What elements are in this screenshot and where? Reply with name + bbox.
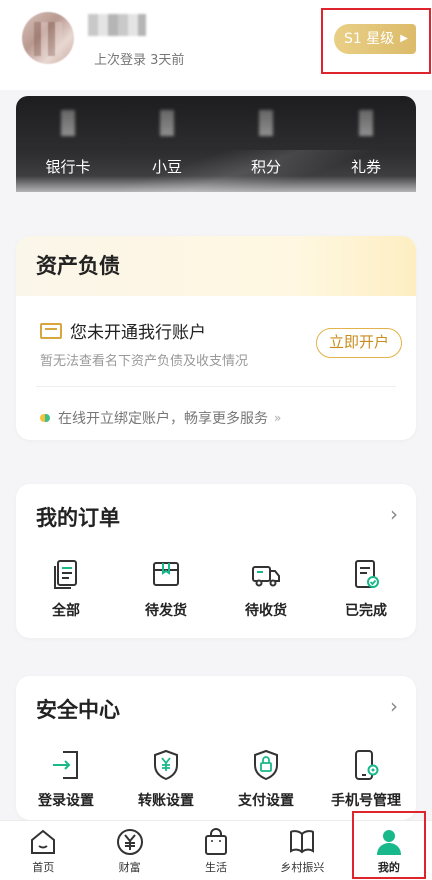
highlight-box-mine-tab — [352, 811, 426, 879]
document-check-icon — [355, 560, 379, 588]
promo-link[interactable]: 在线开立绑定账户，畅享更多服务 » — [40, 408, 281, 428]
order-label: 待发货 — [145, 603, 187, 619]
account-status-subtitle: 暂无法查看名下资产负债及收支情况 — [40, 354, 249, 369]
transfer-settings-button[interactable]: 转账设置 — [121, 748, 211, 810]
bank-card-icon — [40, 322, 62, 339]
tab-label: 首页 — [32, 861, 55, 874]
asset-beans[interactable]: 小豆 — [127, 110, 207, 177]
asset-value-blurred — [359, 110, 373, 136]
promo-dot-icon — [40, 414, 50, 422]
asset-value-blurred — [259, 110, 273, 136]
orders-icon-row: 全部 待发货 待收货 已完成 — [16, 558, 416, 620]
asset-value-blurred — [61, 110, 75, 136]
truck-icon — [252, 566, 280, 587]
double-chevron-right-icon: » — [274, 411, 282, 425]
divider — [36, 386, 396, 387]
chevron-right-icon[interactable]: › — [390, 502, 398, 526]
package-icon — [153, 562, 179, 586]
login-settings-button[interactable]: 登录设置 — [21, 748, 111, 810]
tab-wealth[interactable]: 财富 — [86, 821, 172, 880]
order-label: 全部 — [52, 603, 80, 619]
order-label: 待收货 — [245, 603, 287, 619]
security-icon-row: 登录设置 转账设置 支付设置 手机号管理 — [16, 748, 416, 810]
login-icon — [53, 751, 78, 779]
liabilities-card: 资产负债 您未开通我行账户 暂无法查看名下资产负债及收支情况 立即开户 在线开立… — [16, 236, 416, 440]
asset-coupons[interactable]: 礼券 — [326, 110, 406, 177]
tab-label: 财富 — [118, 861, 141, 874]
tab-home[interactable]: 首页 — [0, 821, 86, 880]
security-label: 支付设置 — [238, 793, 294, 809]
shield-yen-icon — [154, 749, 178, 781]
security-label: 手机号管理 — [331, 793, 401, 809]
asset-label: 银行卡 — [45, 158, 91, 176]
orders-card: 我的订单 › 全部 待发货 待收货 已完成 — [16, 484, 416, 638]
card-fade — [0, 176, 432, 202]
asset-value-blurred — [160, 110, 174, 136]
security-card: 安全中心 › 登录设置 转账设置 支付设置 手机号管理 — [16, 676, 416, 820]
highlight-box-level — [321, 8, 431, 74]
account-status-row: 您未开通我行账户 — [40, 318, 206, 343]
order-completed-button[interactable]: 已完成 — [321, 558, 411, 620]
home-icon — [31, 829, 56, 854]
security-label: 登录设置 — [38, 793, 94, 809]
order-to-ship-button[interactable]: 待发货 — [121, 558, 211, 620]
payment-settings-button[interactable]: 支付设置 — [221, 748, 311, 810]
open-account-button[interactable]: 立即开户 — [316, 328, 402, 358]
yen-circle-icon — [116, 829, 143, 855]
security-label: 转账设置 — [138, 793, 194, 809]
asset-label: 小豆 — [151, 158, 182, 176]
avatar[interactable] — [22, 12, 74, 64]
phone-management-button[interactable]: 手机号管理 — [321, 748, 411, 810]
liabilities-title: 资产负债 — [16, 236, 416, 296]
orders-title: 我的订单 — [36, 506, 120, 530]
document-list-icon — [54, 560, 77, 589]
asset-bank-card[interactable]: 银行卡 — [28, 110, 108, 177]
shopping-bag-icon — [205, 828, 228, 855]
order-all-button[interactable]: 全部 — [21, 558, 111, 620]
order-to-receive-button[interactable]: 待收货 — [221, 558, 311, 620]
account-status-title: 您未开通我行账户 — [70, 323, 206, 343]
order-label: 已完成 — [345, 603, 387, 619]
phone-gear-icon — [355, 750, 379, 780]
asset-label: 积分 — [250, 158, 281, 176]
nickname-blurred — [88, 14, 146, 36]
shield-lock-icon — [254, 749, 278, 781]
tab-label: 生活 — [205, 861, 228, 874]
tab-label: 乡村振兴 — [280, 861, 325, 874]
last-login-text: 上次登录 3天前 — [94, 53, 185, 68]
tab-life[interactable]: 生活 — [173, 821, 259, 880]
tab-rural-revitalization[interactable]: 乡村振兴 — [259, 821, 345, 880]
asset-points[interactable]: 积分 — [226, 110, 306, 177]
security-title: 安全中心 — [36, 698, 120, 722]
promo-text: 在线开立绑定账户，畅享更多服务 — [58, 411, 268, 427]
chevron-right-icon[interactable]: › — [390, 694, 398, 718]
asset-label: 礼券 — [350, 158, 381, 176]
leaf-book-icon — [290, 830, 315, 854]
